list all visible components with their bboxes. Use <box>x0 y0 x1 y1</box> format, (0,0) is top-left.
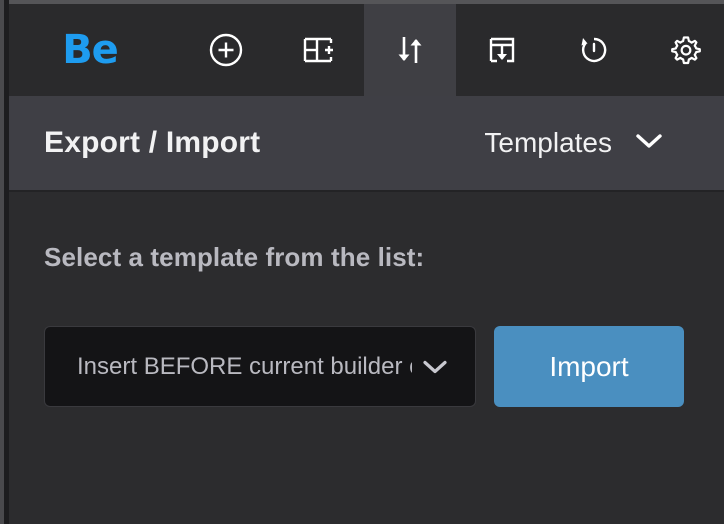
toolbar-button-add-section[interactable] <box>272 4 364 96</box>
revision-history-icon <box>574 30 614 70</box>
brand-logo-text: Be <box>62 27 119 73</box>
chevron-down-icon <box>634 132 664 155</box>
chevron-down-icon <box>421 358 449 375</box>
panel-left-border <box>0 0 9 524</box>
template-position-select-value: Insert BEFORE current builder content <box>77 352 412 380</box>
template-import-row: Insert BEFORE current builder content Im… <box>44 326 684 407</box>
panel-left-border-highlight <box>0 0 4 524</box>
save-template-icon <box>482 30 522 70</box>
toolbar-button-export-import[interactable] <box>364 4 456 96</box>
panel-content: Select a template from the list: Insert … <box>0 194 724 524</box>
toolbar-button-save[interactable] <box>456 4 548 96</box>
instruction-text: Select a template from the list: <box>44 242 425 272</box>
import-export-arrows-icon <box>389 29 431 71</box>
gear-icon <box>666 30 706 70</box>
brand-logo[interactable]: Be <box>0 4 180 96</box>
import-button[interactable]: Import <box>494 326 684 407</box>
template-position-select[interactable]: Insert BEFORE current builder content <box>44 326 476 407</box>
page-title: Export / Import <box>44 126 261 159</box>
toolbar-button-history[interactable] <box>548 4 640 96</box>
main-toolbar: Be <box>0 4 724 96</box>
plus-circle-icon <box>206 30 246 70</box>
toolbar-button-add[interactable] <box>180 4 272 96</box>
panel-header: Export / Import Templates <box>0 96 724 192</box>
builder-panel: Be Export / Import Templates Select a te… <box>0 0 724 524</box>
layout-add-icon <box>298 30 338 70</box>
toolbar-button-settings[interactable] <box>640 4 724 96</box>
templates-dropdown[interactable]: Templates <box>484 127 664 159</box>
templates-dropdown-label: Templates <box>484 127 612 158</box>
